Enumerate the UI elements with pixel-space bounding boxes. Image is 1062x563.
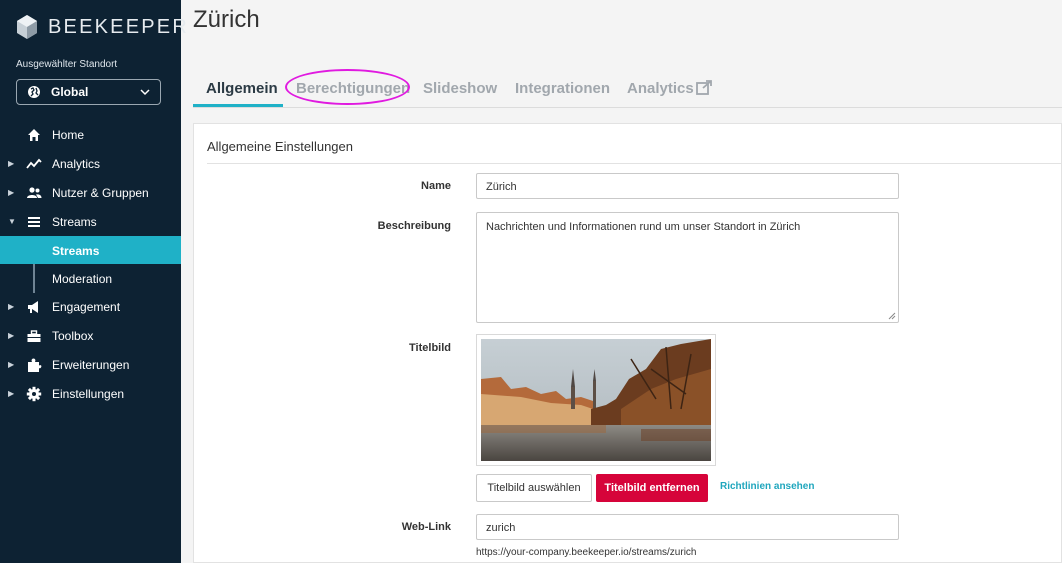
location-value: Global (51, 85, 89, 99)
settings-card: Allgemeine Einstellungen Name Zürich Bes… (193, 123, 1062, 563)
sidebar-item-analytics[interactable]: ▶ Analytics (0, 149, 181, 178)
sidebar-item-label: Einstellungen (52, 387, 125, 401)
gear-icon (26, 386, 42, 402)
puzzle-icon (28, 358, 42, 372)
sidebar-subitem-label: Moderation (52, 272, 113, 286)
description-text: Nachrichten und Informationen rund um un… (486, 221, 801, 233)
name-label: Name (421, 180, 451, 192)
sidebar-nav: Home ▶ Analytics ▶ Nutzer & Gruppen ▼ St… (0, 120, 181, 408)
image-label: Titelbild (409, 342, 451, 354)
sidebar-item-home[interactable]: Home (0, 120, 181, 149)
megaphone-icon (28, 301, 38, 313)
analytics-icon (26, 158, 42, 169)
home-icon (28, 129, 40, 141)
sidebar-item-label: Home (52, 128, 85, 142)
sidebar-item-label: Toolbox (52, 329, 94, 343)
sidebar-subitem-moderation[interactable]: Moderation (0, 264, 181, 292)
sidebar-item-streams[interactable]: ▼ Streams (0, 207, 181, 236)
tab-integrations[interactable]: Integrationen (515, 80, 610, 97)
choose-image-button[interactable]: Titelbild auswählen (476, 474, 592, 502)
caret-right-icon: ▶ (8, 360, 15, 369)
sidebar: BEEKEEPER Ausgewählter Standort Global H… (0, 0, 187, 563)
location-select[interactable]: Global (16, 79, 161, 105)
section-title: Allgemeine Einstellungen (207, 139, 353, 154)
title-image (476, 334, 716, 466)
description-label: Beschreibung (377, 220, 451, 232)
guidelines-link[interactable]: Richtlinien ansehen (720, 481, 814, 492)
weblink-input[interactable]: zurich (476, 514, 899, 540)
highlight-annotation (285, 69, 410, 105)
active-tab-indicator (193, 104, 283, 107)
description-textarea[interactable]: Nachrichten und Informationen rund um un… (476, 212, 899, 323)
brand-name: BEEKEEPER (48, 15, 189, 38)
caret-down-icon: ▼ (8, 217, 16, 226)
weblink-url: https://your-company.beekeeper.io/stream… (476, 547, 697, 558)
users-icon (27, 187, 42, 198)
tab-analytics[interactable]: Analytics (627, 80, 712, 97)
sidebar-item-toolbox[interactable]: ▶ Toolbox (0, 321, 181, 350)
title-image-photo (481, 339, 711, 461)
tab-slideshow[interactable]: Slideshow (423, 80, 497, 97)
globe-icon (28, 86, 40, 98)
caret-right-icon: ▶ (8, 188, 15, 197)
sidebar-item-label: Analytics (52, 157, 101, 171)
caret-right-icon: ▶ (8, 302, 15, 311)
divider (207, 163, 1061, 164)
chevron-down-icon (140, 89, 150, 96)
sidebar-item-users[interactable]: ▶ Nutzer & Gruppen (0, 178, 181, 207)
tab-general[interactable]: Allgemein (206, 80, 278, 97)
streams-icon (28, 217, 40, 227)
external-link-icon (695, 80, 712, 95)
page-title: Zürich (193, 6, 260, 33)
sidebar-subitem-label: Streams (52, 244, 100, 258)
caret-right-icon: ▶ (8, 159, 15, 168)
name-input[interactable]: Zürich (476, 173, 899, 199)
sidebar-item-engagement[interactable]: ▶ Engagement (0, 292, 181, 321)
resize-handle-icon[interactable] (888, 312, 896, 320)
sidebar-item-label: Engagement (52, 300, 121, 314)
sidebar-item-label: Nutzer & Gruppen (52, 186, 149, 200)
sidebar-subitem-streams[interactable]: Streams (0, 236, 181, 264)
remove-image-button[interactable]: Titelbild entfernen (596, 474, 708, 502)
sidebar-item-label: Erweiterungen (52, 358, 130, 372)
caret-right-icon: ▶ (8, 389, 15, 398)
caret-right-icon: ▶ (8, 331, 15, 340)
sidebar-item-settings[interactable]: ▶ Einstellungen (0, 379, 181, 408)
tab-analytics-label: Analytics (627, 80, 694, 97)
weblink-label: Web-Link (401, 521, 451, 533)
brand-logo[interactable]: BEEKEEPER (16, 14, 189, 40)
sidebar-item-label: Streams (52, 215, 97, 229)
beekeeper-logo-icon (17, 15, 37, 39)
sidebar-item-extensions[interactable]: ▶ Erweiterungen (0, 350, 181, 379)
location-label: Ausgewählter Standort (16, 59, 118, 70)
toolbox-icon (27, 330, 41, 342)
